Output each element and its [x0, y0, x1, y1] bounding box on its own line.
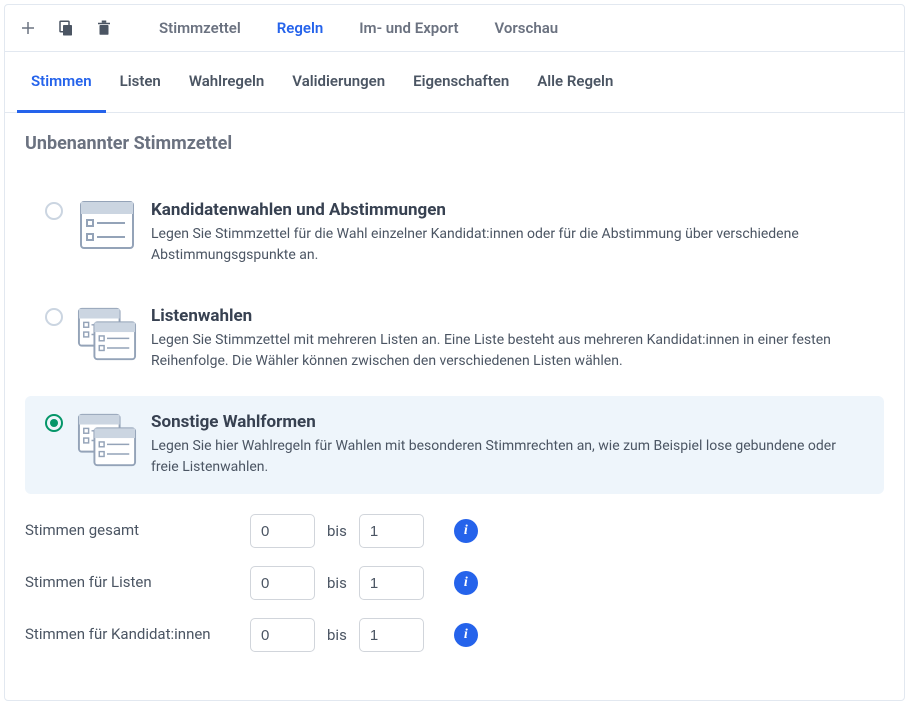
vote-range-rows: Stimmen gesamt bis i Stimmen für Listen …: [25, 514, 884, 652]
option-title: Sonstige Wahlformen: [151, 412, 864, 432]
row-list-votes: Stimmen für Listen bis i: [25, 566, 884, 600]
nav-import-export[interactable]: Im- und Export: [345, 13, 472, 43]
row-label: Stimmen für Kandidat:innen: [25, 625, 250, 645]
copy-icon[interactable]: [51, 13, 81, 43]
add-icon[interactable]: [13, 13, 43, 43]
delete-icon[interactable]: [89, 13, 119, 43]
between-word: bis: [327, 626, 347, 644]
row-label: Stimmen gesamt: [25, 521, 250, 541]
to-input[interactable]: [359, 566, 424, 600]
nav-preview[interactable]: Vorschau: [481, 13, 573, 43]
radio-icon[interactable]: [45, 202, 63, 220]
info-icon[interactable]: i: [454, 571, 478, 595]
option-list-elections[interactable]: Listenwahlen Legen Sie Stimmzettel mit m…: [25, 290, 884, 388]
option-desc: Legen Sie Stimmzettel mit mehreren Liste…: [151, 330, 864, 372]
from-input[interactable]: [250, 514, 315, 548]
info-icon[interactable]: i: [454, 623, 478, 647]
tab-all-rules[interactable]: Alle Regeln: [523, 52, 627, 112]
tab-votes[interactable]: Stimmen: [17, 52, 106, 113]
nav-ballot[interactable]: Stimmzettel: [145, 13, 255, 43]
from-input[interactable]: [250, 566, 315, 600]
option-desc: Legen Sie hier Wahlregeln für Wahlen mit…: [151, 436, 864, 478]
between-word: bis: [327, 522, 347, 540]
ballot-single-icon: [77, 200, 137, 252]
option-title: Listenwahlen: [151, 306, 864, 326]
main-toolbar: Stimmzettel Regeln Im- und Export Vorsch…: [5, 5, 904, 52]
to-input[interactable]: [359, 618, 424, 652]
nav-rules[interactable]: Regeln: [263, 13, 337, 43]
from-input[interactable]: [250, 618, 315, 652]
tab-properties[interactable]: Eigenschaften: [399, 52, 523, 112]
radio-icon[interactable]: [45, 308, 63, 326]
option-candidate-elections[interactable]: Kandidatenwahlen und Abstimmungen Legen …: [25, 184, 884, 282]
tab-validations[interactable]: Validierungen: [278, 52, 399, 112]
ballot-other-icon: [77, 412, 137, 468]
option-other-forms[interactable]: Sonstige Wahlformen Legen Sie hier Wahlr…: [25, 396, 884, 494]
row-total-votes: Stimmen gesamt bis i: [25, 514, 884, 548]
option-title: Kandidatenwahlen und Abstimmungen: [151, 200, 864, 220]
to-input[interactable]: [359, 514, 424, 548]
option-desc: Legen Sie Stimmzettel für die Wahl einze…: [151, 224, 864, 266]
page-title: Unbenannter Stimmzettel: [25, 133, 884, 154]
row-label: Stimmen für Listen: [25, 573, 250, 593]
radio-icon[interactable]: [45, 414, 63, 432]
content-section: Unbenannter Stimmzettel Kandidatenwahlen…: [5, 113, 904, 700]
info-icon[interactable]: i: [454, 519, 478, 543]
ballot-config-panel: Stimmzettel Regeln Im- und Export Vorsch…: [4, 4, 905, 701]
row-candidate-votes: Stimmen für Kandidat:innen bis i: [25, 618, 884, 652]
tab-election-rules[interactable]: Wahlregeln: [175, 52, 278, 112]
tab-lists[interactable]: Listen: [106, 52, 175, 112]
ballot-list-icon: [77, 306, 137, 362]
sub-tabs: Stimmen Listen Wahlregeln Validierungen …: [5, 52, 904, 113]
between-word: bis: [327, 574, 347, 592]
